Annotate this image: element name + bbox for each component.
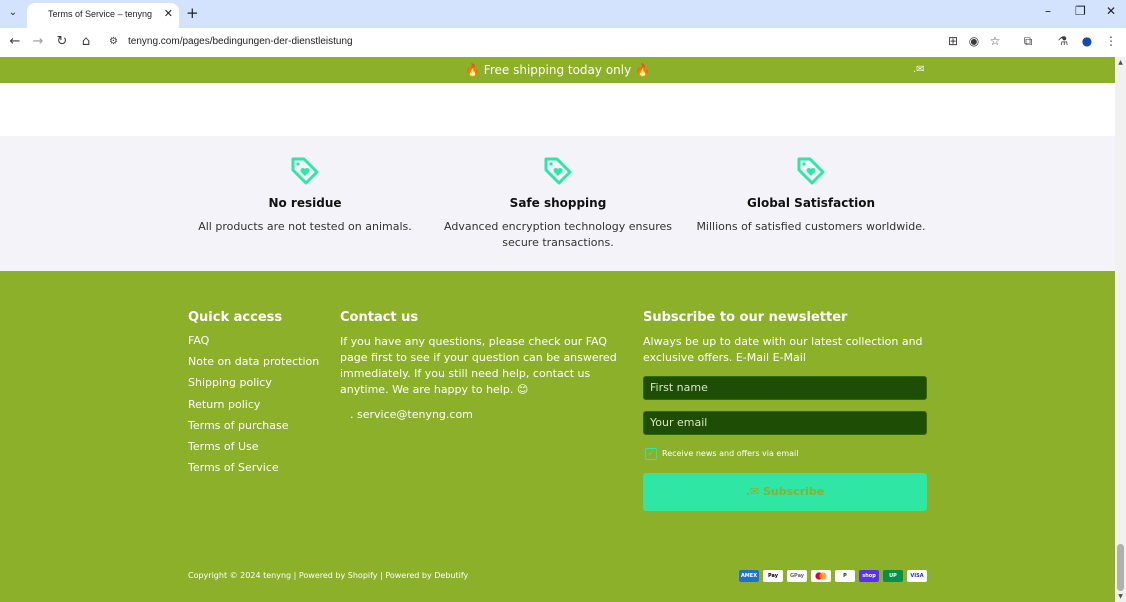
site-footer: Quick access FAQ Note on data protection… [0, 271, 1115, 602]
newsletter-checkbox[interactable]: ✓ [645, 448, 657, 460]
amex-icon: AMEX [739, 570, 759, 582]
address-bar[interactable]: ⚙ tenyng.com/pages/bedingungen-der-diens… [103, 31, 1011, 54]
tab-title: Terms of Service – tenyng [48, 9, 153, 19]
paypal-icon: P [835, 570, 855, 582]
footer-link-return-policy[interactable]: Return policy [188, 398, 319, 419]
google-pay-icon: GPay [787, 570, 807, 582]
feature-title: Safe shopping [509, 196, 607, 210]
home-icon[interactable]: ⌂ [77, 34, 95, 49]
mastercard-icon [811, 570, 831, 582]
newsletter-description: Always be up to date with our latest col… [643, 335, 923, 364]
footer-link-terms-of-use[interactable]: Terms of Use [188, 440, 319, 461]
url-text[interactable]: tenyng.com/pages/bedingungen-der-dienstl… [128, 36, 353, 47]
email-input[interactable]: Your email [643, 411, 927, 435]
scroll-down-icon[interactable]: ▼ [1117, 593, 1124, 600]
scrollbar-thumb[interactable] [1117, 544, 1124, 591]
forward-icon[interactable]: → [29, 34, 47, 49]
feature-text: Advanced encryption technology ensures s… [444, 220, 672, 249]
tag-heart-icon [797, 157, 825, 185]
bookmark-star-icon[interactable]: ☆ [987, 34, 1003, 48]
shop-pay-icon: shop [859, 570, 879, 582]
tab-search-icon[interactable]: ⌄ [5, 5, 21, 21]
back-icon[interactable]: ← [6, 34, 24, 49]
feature-text: Millions of satisfied customers worldwid… [696, 220, 926, 233]
first-name-input[interactable]: First name [643, 376, 927, 400]
restore-icon[interactable]: ❐ [1075, 4, 1086, 18]
window-close-icon[interactable]: ✕ [1106, 4, 1116, 18]
feature-title: No residue [268, 196, 342, 210]
tab-close-icon[interactable]: ✕ [164, 7, 173, 20]
profile-icon[interactable]: ● [1079, 34, 1095, 48]
visa-icon: VISA [907, 570, 927, 582]
copyright-text: Copyright © 2024 tenyng | Powered by Sho… [188, 571, 469, 580]
feature-text: All products are not tested on animals. [198, 220, 412, 233]
menu-icon[interactable]: ⋮ [1103, 34, 1119, 48]
browser-toolbar: ← → ↻ ⌂ ⚙ tenyng.com/pages/bedingungen-d… [0, 28, 1126, 57]
apple-pay-icon: Pay [763, 570, 783, 582]
contact-text: If you have any questions, please check … [340, 335, 617, 396]
footer-link-faq[interactable]: FAQ [188, 334, 319, 355]
mail-icon: .✉ [745, 485, 763, 498]
browser-tab[interactable]: Terms of Service – tenyng ✕ [27, 3, 179, 28]
features-section: No residue All products are not tested o… [0, 136, 1115, 271]
minimize-icon[interactable]: – [1045, 4, 1051, 18]
labs-icon[interactable]: ⚗ [1055, 34, 1071, 48]
footer-link-terms-of-service[interactable]: Terms of Service [188, 461, 319, 482]
contact-title: Contact us [340, 310, 419, 325]
scroll-up-icon[interactable]: ▲ [1117, 59, 1124, 66]
union-pay-icon: UP [883, 570, 903, 582]
browser-tabstrip: ⌄ Terms of Service – tenyng ✕ + – ❐ ✕ [0, 0, 1126, 28]
footer-link-shipping-policy[interactable]: Shipping policy [188, 376, 319, 397]
announcement-text: 🔥 Free shipping today only 🔥 [465, 63, 650, 77]
contact-email-link[interactable]: . service@tenyng.com [350, 408, 473, 421]
site-info-icon[interactable]: ⚙ [109, 36, 118, 47]
tag-heart-icon [544, 157, 572, 185]
extensions-icon[interactable]: ⧉ [1020, 34, 1036, 49]
announcement-bar: 🔥 Free shipping today only 🔥 .✉ [0, 57, 1115, 83]
translate-icon[interactable]: ⊞ [945, 34, 961, 48]
page-content-bottom [0, 83, 1115, 136]
reload-icon[interactable]: ↻ [53, 34, 71, 49]
quick-access-title: Quick access [188, 310, 283, 325]
footer-link-terms-of-purchase[interactable]: Terms of purchase [188, 419, 319, 440]
new-tab-icon[interactable]: + [186, 4, 199, 22]
eye-off-icon[interactable]: ◉ [966, 34, 982, 48]
tag-heart-icon [291, 157, 319, 185]
page-scrollbar[interactable]: ▲ ▼ [1115, 57, 1126, 602]
subscribe-button[interactable]: .✉ Subscribe [643, 473, 927, 511]
quick-access-links: FAQ Note on data protection Shipping pol… [188, 334, 319, 482]
mail-icon[interactable]: .✉ [913, 64, 925, 75]
footer-link-data-protection[interactable]: Note on data protection [188, 355, 319, 376]
newsletter-title: Subscribe to our newsletter [643, 310, 848, 325]
newsletter-checkbox-label: Receive news and offers via email [662, 449, 799, 458]
subscribe-button-label: Subscribe [763, 485, 825, 498]
feature-title: Global Satisfaction [747, 196, 875, 210]
